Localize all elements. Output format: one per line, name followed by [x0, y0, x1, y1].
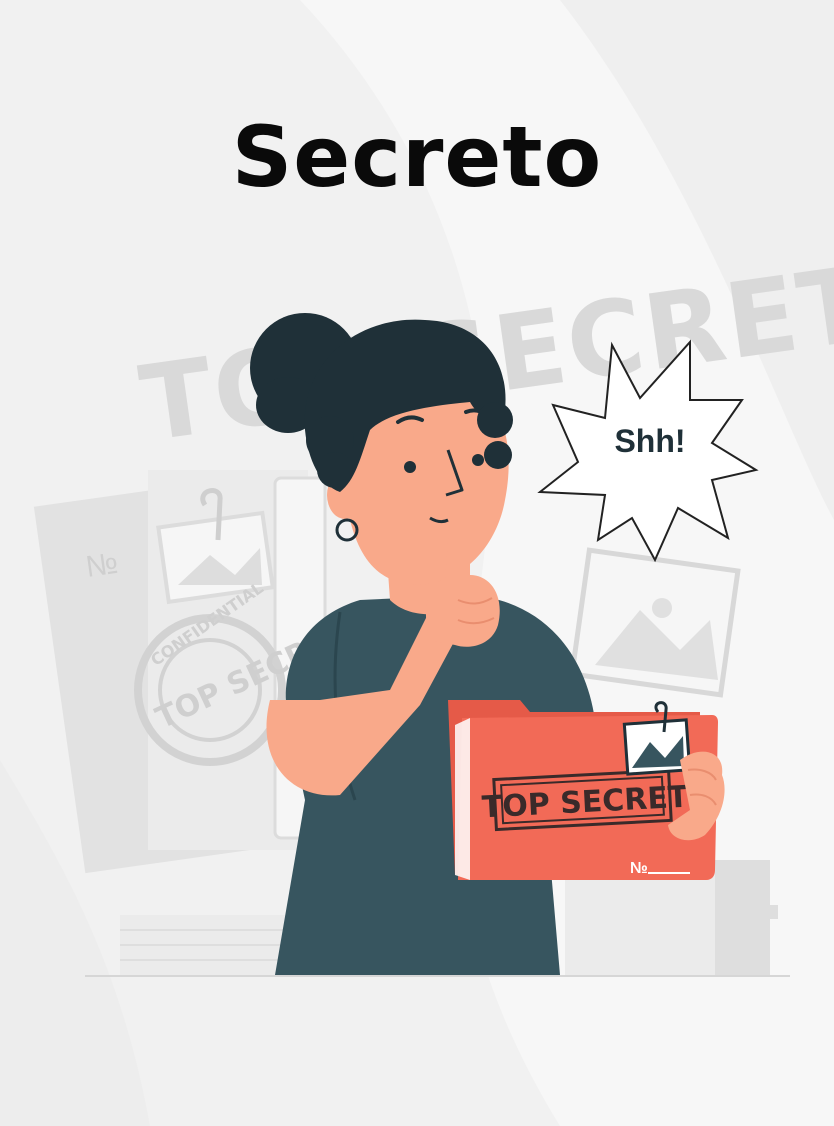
- page-title: Secreto: [231, 108, 603, 206]
- folder-number-label: №: [630, 860, 648, 877]
- paper-number-label: №: [84, 547, 120, 584]
- speech-bubble-text: Shh!: [614, 423, 685, 459]
- illustration-page: TOP SECRET № CONFIDENTIAL TOP SECRET: [0, 0, 834, 1126]
- background-photo: [569, 547, 741, 698]
- secret-folder: TOP SECRET №: [448, 700, 718, 880]
